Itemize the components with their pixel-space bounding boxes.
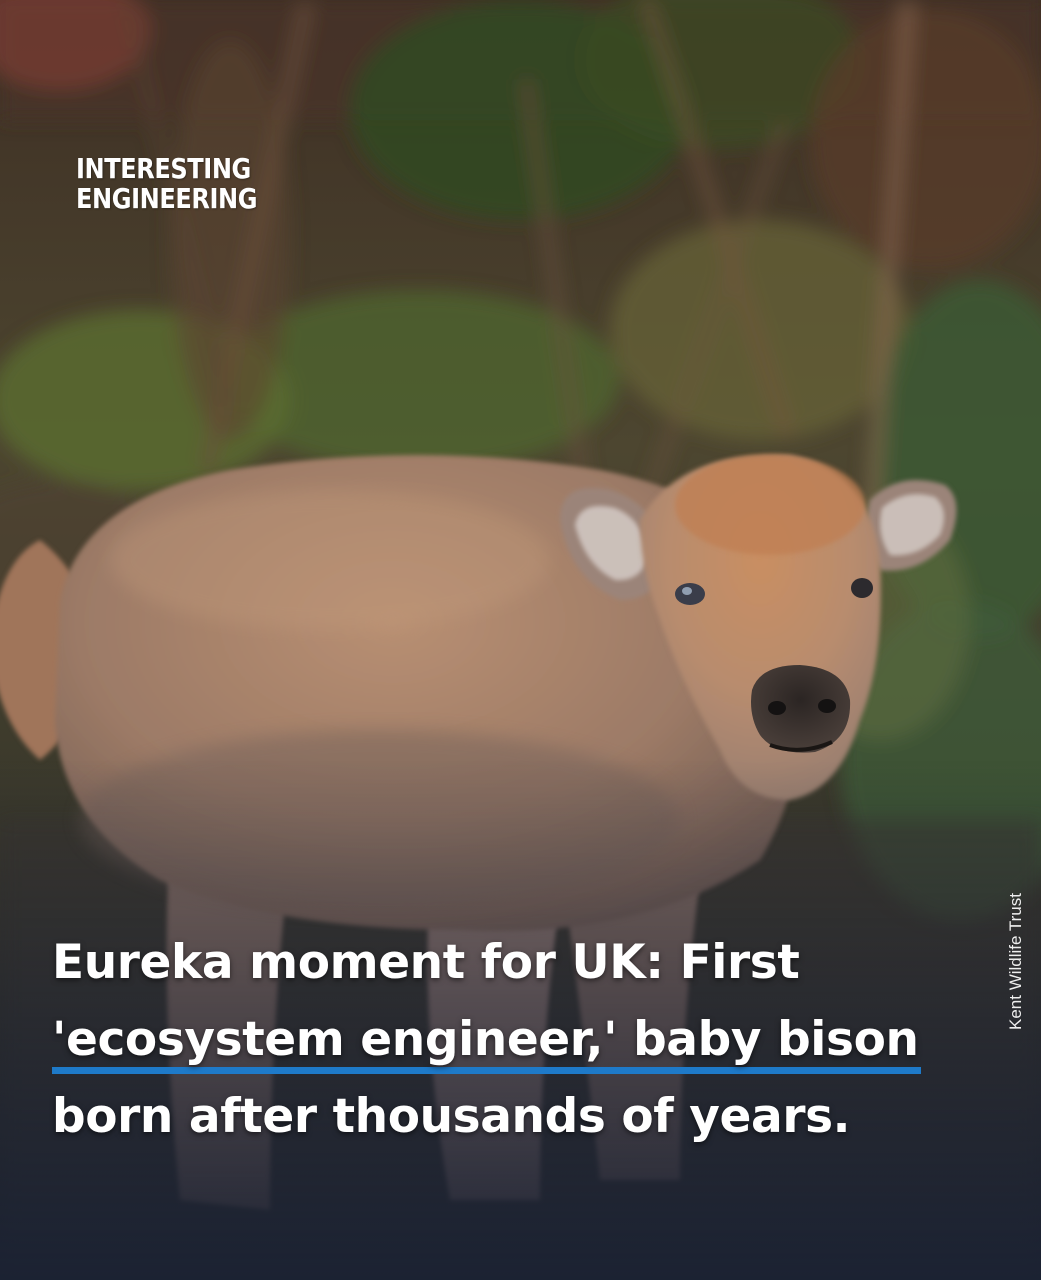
highlight-underline — [52, 1067, 921, 1074]
headline-line-2: 'ecosystem engineer,' baby bison — [52, 1001, 1012, 1078]
interesting-engineering-logo: INTERESTING ENGINEERING — [76, 154, 257, 214]
highlighted-phrase: 'ecosystem engineer,' baby bison — [52, 1001, 921, 1078]
logo-line-1: INTERESTING — [76, 152, 251, 185]
logo-line-2: ENGINEERING — [76, 182, 258, 215]
headline-line-2-text: 'ecosystem engineer,' baby bison — [52, 1012, 919, 1067]
headline-line-3: born after thousands of years. — [52, 1089, 851, 1144]
headline: Eureka moment for UK: First 'ecosystem e… — [52, 924, 1012, 1155]
post-card: INTERESTING ENGINEERING Kent Wildlife Tr… — [0, 0, 1041, 1280]
headline-line-1: Eureka moment for UK: First — [52, 935, 800, 990]
